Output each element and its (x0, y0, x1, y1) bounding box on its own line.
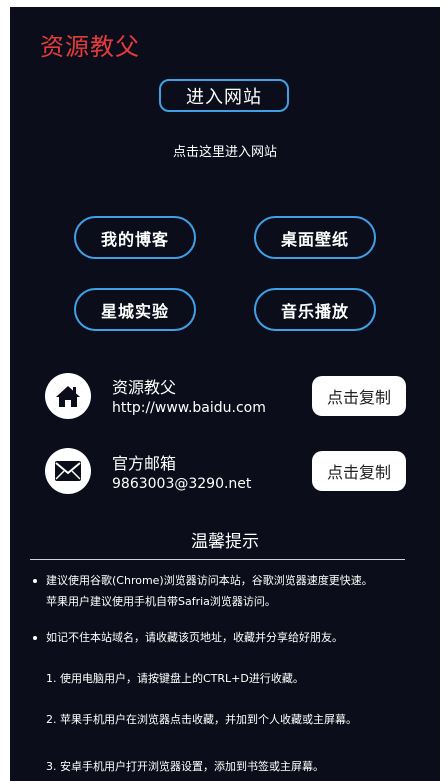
my-blog-button[interactable]: 我的博客 (74, 216, 196, 259)
tips-divider (30, 559, 405, 560)
tip-step-3: 3. 安卓手机用户打开浏览器设置，添加到书签或主屏幕。 (46, 760, 324, 773)
email-address: 9863003@3290.net (112, 476, 252, 492)
tip-step-1: 1. 使用电脑用户，请按键盘上的CTRL+D进行收藏。 (46, 672, 304, 685)
tip-browser-line2: 苹果用户建议使用手机自带Safria浏览器访问。 (46, 595, 276, 608)
enter-site-hint: 点击这里进入网站 (172, 145, 277, 160)
page: 资源教父 进入网站 点击这里进入网站 我的博客 桌面壁纸 星城实验 音乐播放 资… (10, 7, 440, 781)
tip-step-2: 2. 苹果手机用户在浏览器点击收藏，并加到个人收藏或主屏幕。 (46, 713, 357, 726)
brand-logo-text: 资源教父 (40, 33, 140, 61)
site-name: 资源教父 (112, 378, 177, 397)
enter-site-button[interactable]: 进入网站 (159, 79, 289, 112)
tips-title: 温馨提示 (191, 532, 259, 552)
site-url: http://www.baidu.com (112, 400, 266, 416)
bullet-dot (33, 636, 37, 640)
mail-icon (45, 448, 91, 494)
desktop-wallpaper-button[interactable]: 桌面壁纸 (254, 216, 376, 259)
tip-bookmark: 如记不住本站域名，请收藏该页地址，收藏并分享给好朋友。 (46, 631, 343, 644)
email-label: 官方邮箱 (112, 454, 177, 473)
home-icon (45, 373, 91, 419)
star-city-lab-button[interactable]: 星城实验 (74, 288, 196, 331)
music-player-button[interactable]: 音乐播放 (254, 288, 376, 331)
bullet-dot (33, 579, 37, 583)
tip-browser-line1: 建议使用谷歌(Chrome)浏览器访问本站，谷歌浏览器速度更快速。 (46, 574, 373, 587)
copy-url-button[interactable]: 点击复制 (312, 376, 406, 416)
copy-email-button[interactable]: 点击复制 (312, 451, 406, 491)
